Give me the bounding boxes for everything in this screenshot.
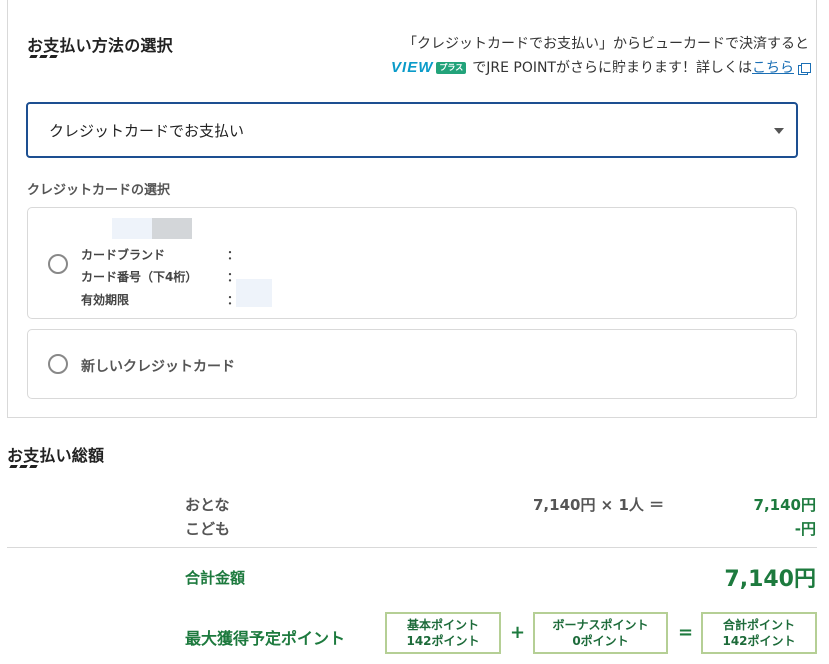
card-number-label: カード番号（下4桁） xyxy=(81,270,198,284)
external-link-icon[interactable] xyxy=(798,62,811,75)
new-card-radio[interactable] xyxy=(48,354,68,374)
bonus-points-box: ボーナスポイント 0ポイント xyxy=(533,612,668,654)
child-amount: -円 xyxy=(794,520,816,538)
card-brand-label: カードブランド xyxy=(81,248,166,262)
adult-label: おとな xyxy=(185,496,230,514)
adult-calculation: 7,140円 × 1人 ＝ xyxy=(533,496,665,514)
promo-line-2: でJRE POINTがさらに貯まります！詳しくは xyxy=(472,60,752,76)
total-points-value: 142ポイント xyxy=(722,634,796,648)
payment-method-select[interactable]: クレジットカードでお支払い xyxy=(26,102,798,158)
masked-card-name-dark xyxy=(152,218,192,239)
card-brand-colon: ： xyxy=(227,248,240,262)
bonus-points-label: ボーナスポイント xyxy=(552,618,649,632)
adult-amount: 7,140円 xyxy=(753,496,816,514)
promo-details-link[interactable]: こちら xyxy=(752,56,794,80)
divider xyxy=(7,547,817,548)
promo-line-1: 「クレジットカードでお支払い」からビューカードで決済すると xyxy=(403,36,809,52)
child-label: こども xyxy=(185,520,231,538)
base-points-label: 基本ポイント xyxy=(406,618,479,632)
title-underline-decoration xyxy=(29,55,58,58)
masked-card-name xyxy=(112,218,152,239)
card-expiry-label: 有効期限 xyxy=(81,293,130,307)
plus-badge: プラス xyxy=(436,62,467,74)
total-points-label: 合計ポイント xyxy=(722,618,795,632)
equals-sign: = xyxy=(678,622,694,643)
new-card-label: 新しいクレジットカード xyxy=(81,359,235,375)
points-label: 最大獲得予定ポイント xyxy=(185,629,346,648)
total-title-underline-decoration xyxy=(9,465,38,468)
base-points-value: 142ポイント xyxy=(406,634,480,648)
saved-card-radio[interactable] xyxy=(48,254,68,274)
sum-label: 合計金額 xyxy=(185,569,246,587)
total-points-box: 合計ポイント 142ポイント xyxy=(701,612,817,654)
total-payment-title: お支払い総額 xyxy=(7,446,105,465)
chevron-down-icon xyxy=(774,128,784,134)
payment-method-title: お支払い方法の選択 xyxy=(27,36,173,55)
masked-expiry-value xyxy=(236,279,272,307)
sum-amount: 7,140円 xyxy=(724,567,816,592)
saved-card-option[interactable]: カードブランド ： カード番号（下4桁） ： 有効期限 ： xyxy=(27,207,797,319)
view-card-promo: 「クレジットカードでお支払い」からビューカードで決済すると VIEW プラス で… xyxy=(391,32,811,80)
base-points-box: 基本ポイント 142ポイント xyxy=(385,612,501,654)
payment-method-selected-value: クレジットカードでお支払い xyxy=(49,121,245,140)
plus-sign: + xyxy=(510,622,526,643)
card-select-label: クレジットカードの選択 xyxy=(27,183,171,198)
new-card-option[interactable]: 新しいクレジットカード xyxy=(27,329,797,399)
bonus-points-value: 0ポイント xyxy=(572,634,629,648)
view-card-logo: VIEW xyxy=(391,59,434,76)
